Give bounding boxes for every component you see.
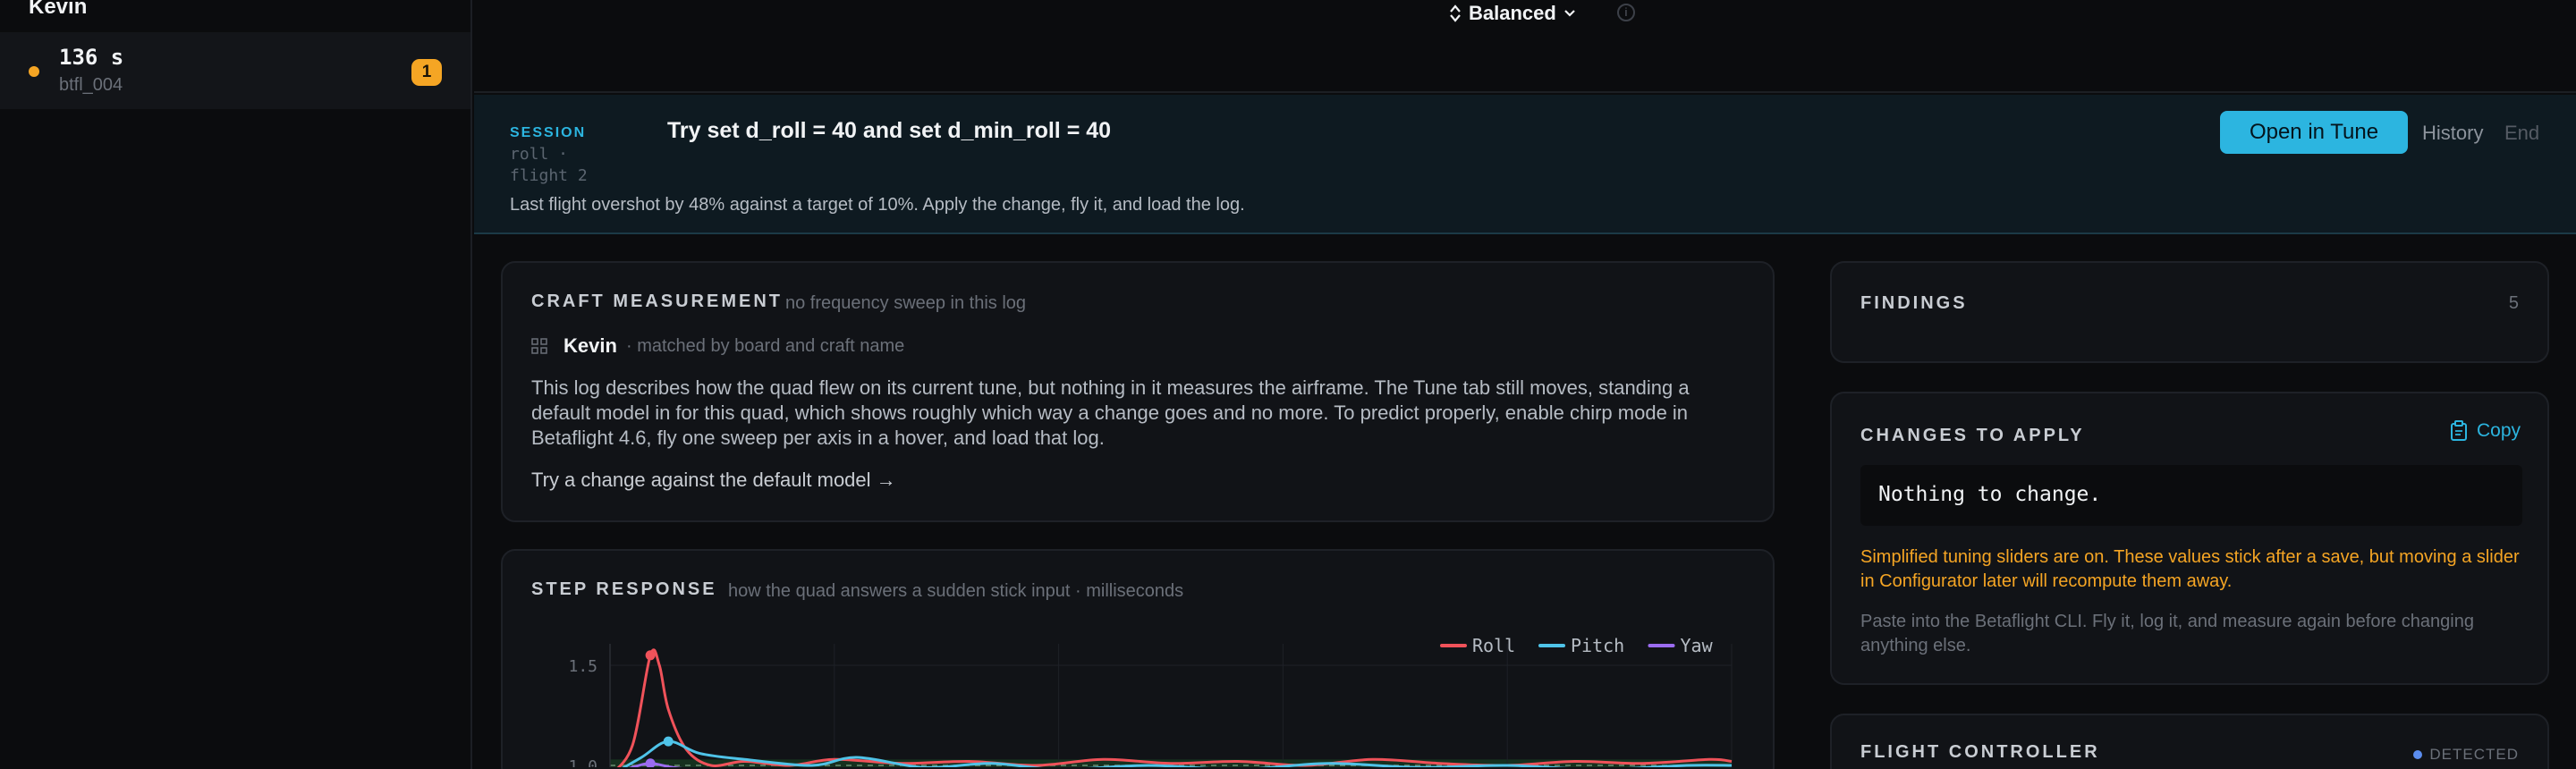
session-list-item[interactable] <box>0 32 470 109</box>
flight-controller-status: DETECTED <box>2413 746 2519 764</box>
mode-select[interactable]: Balanced <box>1449 0 1576 27</box>
findings-count: 5 <box>2508 293 2519 313</box>
findings-heading: FINDINGS <box>1860 293 1968 313</box>
session-description: Last flight overshot by 48% against a ta… <box>510 195 1245 215</box>
series-peak-roll <box>645 650 656 661</box>
session-tag: SESSION <box>510 125 587 140</box>
craft-name: Kevin <box>564 334 617 357</box>
craft-measurement-card: CRAFT MEASUREMENT no frequency sweep in … <box>501 261 1775 522</box>
paste-instructions: Paste into the Betaflight CLI. Fly it, l… <box>1860 612 2474 655</box>
try-default-model-link[interactable]: Try a change against the default model → <box>531 469 896 492</box>
top-bar: Balanced i <box>474 0 2576 93</box>
copy-label: Copy <box>2476 420 2521 441</box>
craft-match-note: · matched by board and craft name <box>626 336 905 356</box>
chevron-down-icon <box>1564 10 1575 17</box>
craft-measurement-body: This log describes how the quad flew on … <box>531 376 1690 449</box>
session-banner: SESSION roll · flight 2 Try set d_roll =… <box>474 95 2576 234</box>
legend-label-roll: Roll <box>1472 635 1515 656</box>
session-suggestion-title: Try set d_roll = 40 and set d_min_roll =… <box>667 118 1112 143</box>
sort-arrows-icon <box>1450 4 1461 22</box>
session-axis: roll · <box>510 145 569 164</box>
craft-measurement-note: no frequency sweep in this log <box>785 293 1027 313</box>
clipboard-icon <box>2450 420 2467 441</box>
session-filename: btfl_004 <box>59 75 123 95</box>
sliders-warning: Simplified tuning sliders are on. These … <box>1860 547 2520 591</box>
session-status-dot <box>29 66 39 77</box>
status-dot <box>2413 750 2423 759</box>
copy-button[interactable]: Copy <box>2450 420 2521 442</box>
flight-controller-card: FLIGHT CONTROLLER DETECTED <box>1830 714 2549 769</box>
step-response-card: STEP RESPONSE how the quad answers a sud… <box>501 549 1775 769</box>
changes-heading: CHANGES TO APPLY <box>1860 426 2085 445</box>
open-in-tune-button[interactable]: Open in Tune <box>2220 111 2408 154</box>
y-tick-label: 1.0 <box>568 757 597 767</box>
legend-label-pitch: Pitch <box>1571 635 1624 656</box>
end-session-link[interactable]: End <box>2504 122 2539 145</box>
session-badge: 1 <box>411 59 442 86</box>
sidebar: Kevin 136 s btfl_004 1 <box>0 0 472 769</box>
grid-icon <box>531 338 547 354</box>
findings-card[interactable]: FINDINGS 5 <box>1830 261 2549 363</box>
series-line-roll <box>616 648 1733 767</box>
session-flight: flight 2 <box>510 166 588 185</box>
session-duration: 136 s <box>59 45 124 70</box>
craft-measurement-heading: CRAFT MEASUREMENT <box>531 292 783 311</box>
y-tick-label: 1.5 <box>568 657 597 676</box>
cli-output-box: Nothing to change. <box>1860 465 2522 526</box>
sidebar-title: Kevin <box>29 0 88 19</box>
series-peak-pitch <box>663 736 674 747</box>
flight-controller-status-label: DETECTED <box>2429 746 2519 763</box>
step-response-chart: 1.5 1.0 Roll Pitch Yaw <box>568 635 1733 767</box>
cli-output-text: Nothing to change. <box>1878 483 2102 506</box>
changes-card: CHANGES TO APPLY Copy Nothing to change.… <box>1830 392 2549 685</box>
info-icon[interactable]: i <box>1617 4 1635 21</box>
history-link[interactable]: History <box>2422 122 2483 145</box>
mode-select-label: Balanced <box>1469 2 1556 24</box>
legend-label-yaw: Yaw <box>1681 635 1714 656</box>
flight-controller-heading: FLIGHT CONTROLLER <box>1860 742 2100 762</box>
